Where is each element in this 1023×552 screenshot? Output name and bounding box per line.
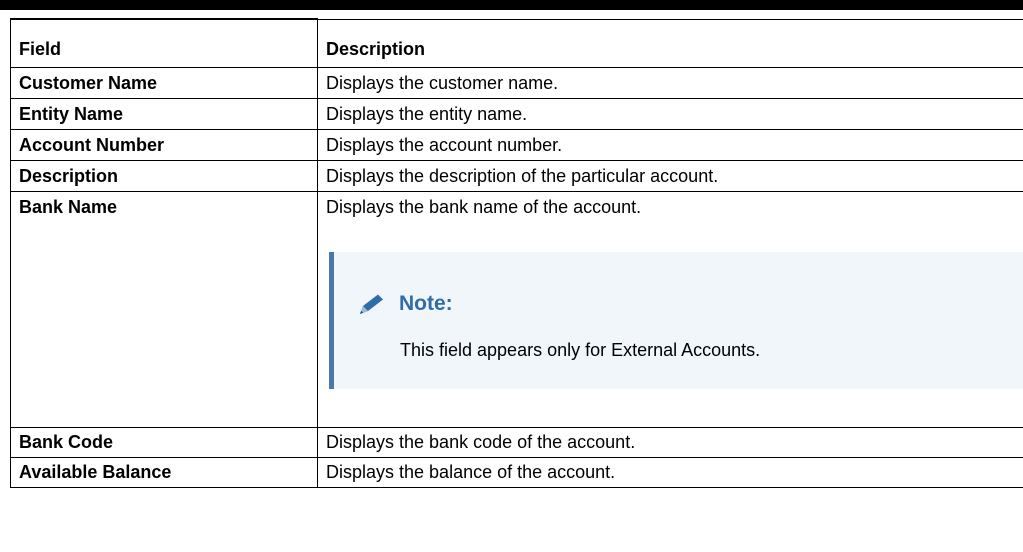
field-name-cell: Bank Code bbox=[10, 426, 318, 458]
field-description-cell: Displays the account number. bbox=[317, 128, 1023, 161]
field-description-cell: Displays the entity name. bbox=[317, 97, 1023, 130]
field-description-text: Displays the bank name of the account. bbox=[326, 196, 642, 217]
table-row: Entity Name Displays the entity name. bbox=[10, 97, 1023, 130]
field-description-table: Field Description Customer Name Displays… bbox=[10, 18, 1023, 488]
field-name-cell: Account Number bbox=[10, 128, 318, 161]
field-description-cell: Displays the description of the particul… bbox=[317, 159, 1023, 192]
field-description-cell: Displays the balance of the account. bbox=[317, 456, 1023, 488]
table-row: Customer Name Displays the customer name… bbox=[10, 66, 1023, 99]
top-rule bbox=[0, 0, 1023, 10]
table-row: Bank Name Displays the bank name of the … bbox=[10, 190, 1023, 428]
field-name-cell: Entity Name bbox=[10, 97, 318, 130]
pencil-icon bbox=[356, 292, 388, 316]
note-callout: Note: This field appears only for Extern… bbox=[329, 251, 1023, 389]
field-name-cell: Available Balance bbox=[10, 456, 318, 488]
note-heading: Note: bbox=[356, 292, 453, 316]
field-name-cell: Bank Name bbox=[10, 190, 318, 428]
field-name-cell: Description bbox=[10, 159, 318, 192]
field-name-cell: Customer Name bbox=[10, 66, 318, 99]
field-description-cell: Displays the bank code of the account. bbox=[317, 426, 1023, 458]
field-description-cell: Displays the customer name. bbox=[317, 66, 1023, 99]
header-description: Description bbox=[317, 18, 1023, 68]
field-description-cell: Displays the bank name of the account. N… bbox=[317, 190, 1023, 428]
header-field: Field bbox=[10, 18, 318, 68]
note-title: Note: bbox=[399, 291, 453, 315]
table-row: Description Displays the description of … bbox=[10, 159, 1023, 192]
table-header-row: Field Description bbox=[10, 18, 1023, 68]
table-row: Available Balance Displays the balance o… bbox=[10, 456, 1023, 488]
table-row: Bank Code Displays the bank code of the … bbox=[10, 426, 1023, 458]
table-row: Account Number Displays the account numb… bbox=[10, 128, 1023, 161]
note-text: This field appears only for External Acc… bbox=[400, 339, 761, 360]
